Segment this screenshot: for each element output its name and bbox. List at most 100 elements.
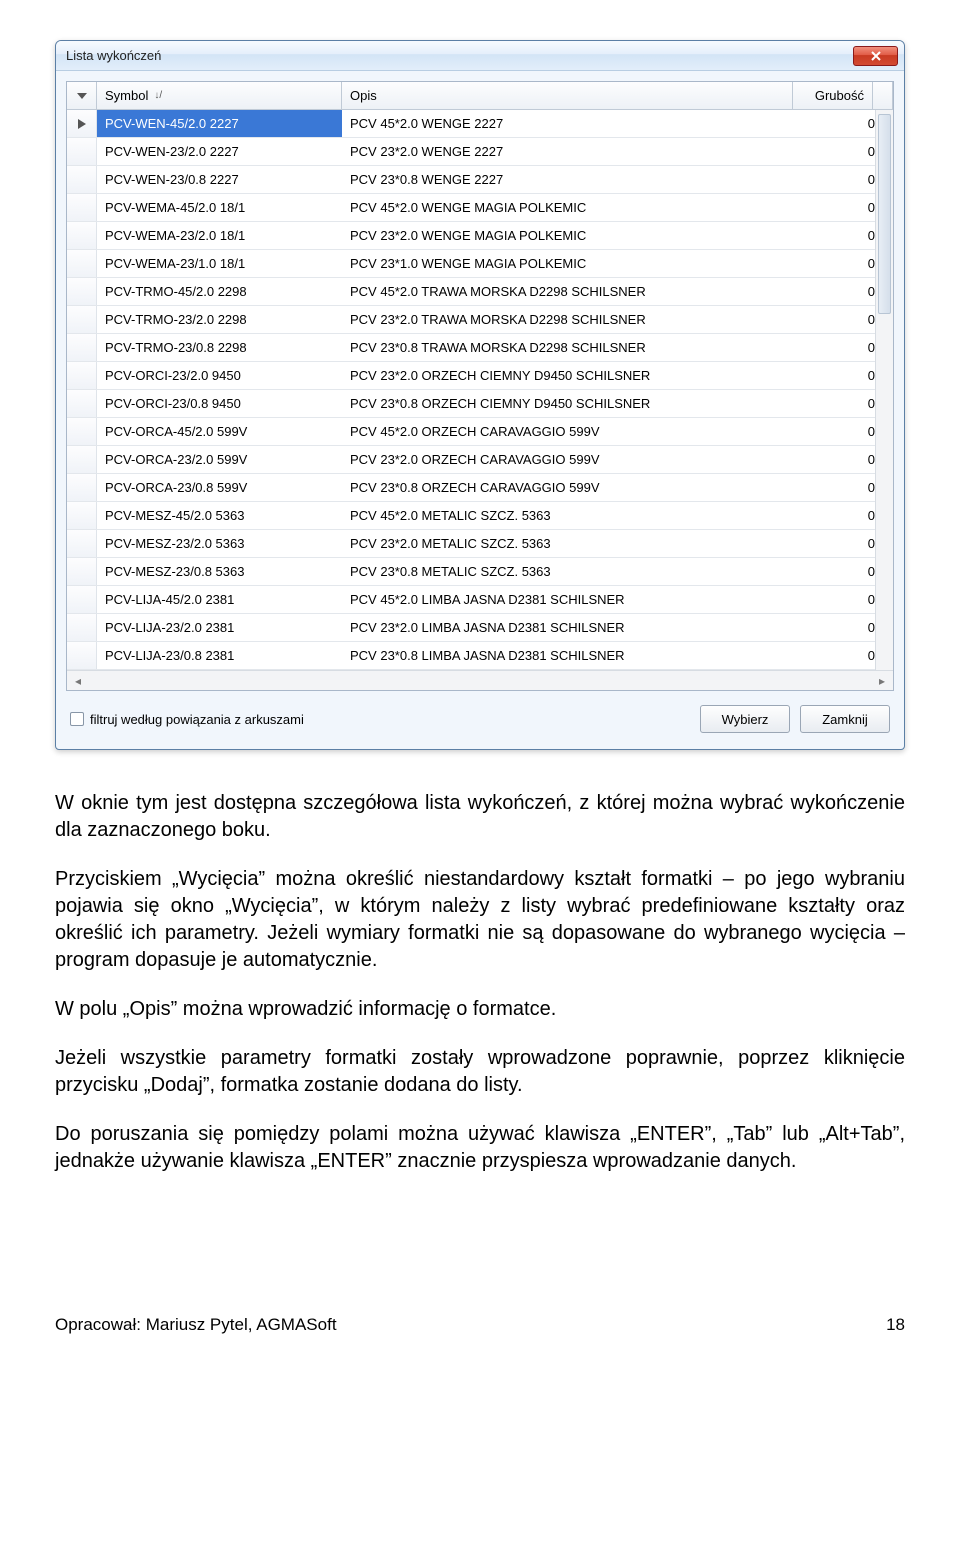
- cell-symbol: PCV-TRMO-23/2.0 2298: [97, 306, 342, 333]
- column-header-grubosc-label: Grubość: [815, 88, 864, 103]
- cell-symbol: PCV-MESZ-45/2.0 5363: [97, 502, 342, 529]
- table-row[interactable]: PCV-TRMO-45/2.0 2298PCV 45*2.0 TRAWA MOR…: [67, 278, 893, 306]
- cell-opis: PCV 23*0.8 METALIC SZCZ. 5363: [342, 558, 813, 585]
- table-row[interactable]: PCV-WEMA-23/1.0 18/1PCV 23*1.0 WENGE MAG…: [67, 250, 893, 278]
- cell-opis: PCV 23*2.0 TRAWA MORSKA D2298 SCHILSNER: [342, 306, 813, 333]
- row-indicator: [67, 334, 97, 361]
- cell-symbol: PCV-LIJA-45/2.0 2381: [97, 586, 342, 613]
- vertical-scrollbar[interactable]: [875, 110, 893, 670]
- table-row[interactable]: PCV-ORCA-23/2.0 599VPCV 23*2.0 ORZECH CA…: [67, 446, 893, 474]
- cell-opis: PCV 23*2.0 ORZECH CARAVAGGIO 599V: [342, 446, 813, 473]
- filter-checkbox-row[interactable]: filtruj według powiązania z arkuszami: [70, 712, 304, 727]
- column-header-scroll-gap: [873, 82, 893, 109]
- table-row[interactable]: PCV-LIJA-23/2.0 2381PCV 23*2.0 LIMBA JAS…: [67, 614, 893, 642]
- paragraph: Jeżeli wszystkie parametry formatki zost…: [55, 1045, 905, 1099]
- cell-symbol: PCV-MESZ-23/0.8 5363: [97, 558, 342, 585]
- cell-symbol: PCV-WEN-23/2.0 2227: [97, 138, 342, 165]
- cell-opis: PCV 23*2.0 WENGE 2227: [342, 138, 813, 165]
- row-indicator: [67, 194, 97, 221]
- table-row[interactable]: PCV-ORCA-45/2.0 599VPCV 45*2.0 ORZECH CA…: [67, 418, 893, 446]
- cell-symbol: PCV-ORCI-23/2.0 9450: [97, 362, 342, 389]
- cell-opis: PCV 23*0.8 LIMBA JASNA D2381 SCHILSNER: [342, 642, 813, 669]
- document-body: W oknie tym jest dostępna szczegółowa li…: [55, 790, 905, 1175]
- page-footer: Opracował: Mariusz Pytel, AGMASoft 18: [55, 1315, 905, 1335]
- row-indicator: [67, 418, 97, 445]
- scroll-right-icon[interactable]: ▸: [875, 674, 889, 688]
- table-row[interactable]: PCV-TRMO-23/2.0 2298PCV 23*2.0 TRAWA MOR…: [67, 306, 893, 334]
- table-row[interactable]: PCV-LIJA-23/0.8 2381PCV 23*0.8 LIMBA JAS…: [67, 642, 893, 670]
- cell-opis: PCV 23*2.0 METALIC SZCZ. 5363: [342, 530, 813, 557]
- table-row[interactable]: PCV-WEN-45/2.0 2227PCV 45*2.0 WENGE 2227…: [67, 110, 893, 138]
- dialog-titlebar[interactable]: Lista wykończeń: [56, 41, 904, 71]
- cell-opis: PCV 45*2.0 ORZECH CARAVAGGIO 599V: [342, 418, 813, 445]
- finish-list-dialog: Lista wykończeń Symbol ↓/: [55, 40, 905, 750]
- row-indicator: [67, 642, 97, 669]
- row-indicator: [67, 138, 97, 165]
- paragraph: W oknie tym jest dostępna szczegółowa li…: [55, 790, 905, 844]
- close-button[interactable]: [853, 46, 898, 66]
- row-indicator: [67, 166, 97, 193]
- row-indicator: [67, 446, 97, 473]
- cell-symbol: PCV-WEMA-23/2.0 18/1: [97, 222, 342, 249]
- cell-symbol: PCV-WEMA-23/1.0 18/1: [97, 250, 342, 277]
- vertical-scroll-thumb[interactable]: [878, 114, 891, 314]
- row-indicator: [67, 306, 97, 333]
- sort-indicator-icon: ↓/: [154, 90, 162, 101]
- row-indicator: [67, 362, 97, 389]
- cell-symbol: PCV-WEN-23/0.8 2227: [97, 166, 342, 193]
- cell-opis: PCV 45*2.0 TRAWA MORSKA D2298 SCHILSNER: [342, 278, 813, 305]
- cell-opis: PCV 45*2.0 WENGE MAGIA POLKEMIC: [342, 194, 813, 221]
- row-indicator: [67, 250, 97, 277]
- table-row[interactable]: PCV-MESZ-45/2.0 5363PCV 45*2.0 METALIC S…: [67, 502, 893, 530]
- cell-opis: PCV 23*1.0 WENGE MAGIA POLKEMIC: [342, 250, 813, 277]
- row-indicator: [67, 586, 97, 613]
- row-indicator: [67, 222, 97, 249]
- table-row[interactable]: PCV-WEN-23/2.0 2227PCV 23*2.0 WENGE 2227…: [67, 138, 893, 166]
- cell-opis: PCV 23*2.0 WENGE MAGIA POLKEMIC: [342, 222, 813, 249]
- cell-symbol: PCV-TRMO-45/2.0 2298: [97, 278, 342, 305]
- table-row[interactable]: PCV-MESZ-23/2.0 5363PCV 23*2.0 METALIC S…: [67, 530, 893, 558]
- table-row[interactable]: PCV-TRMO-23/0.8 2298PCV 23*0.8 TRAWA MOR…: [67, 334, 893, 362]
- page-number: 18: [886, 1315, 905, 1335]
- scroll-left-icon[interactable]: ◂: [71, 674, 85, 688]
- paragraph: Przyciskiem „Wycięcia” można określić ni…: [55, 866, 905, 974]
- cell-opis: PCV 45*2.0 LIMBA JASNA D2381 SCHILSNER: [342, 586, 813, 613]
- row-indicator: [67, 110, 97, 137]
- table-row[interactable]: PCV-ORCI-23/2.0 9450PCV 23*2.0 ORZECH CI…: [67, 362, 893, 390]
- row-indicator: [67, 502, 97, 529]
- row-indicator: [67, 278, 97, 305]
- grid-header-dropdown[interactable]: [67, 82, 97, 109]
- cell-symbol: PCV-LIJA-23/2.0 2381: [97, 614, 342, 641]
- cell-symbol: PCV-ORCA-23/2.0 599V: [97, 446, 342, 473]
- column-header-symbol-label: Symbol: [105, 88, 148, 103]
- table-row[interactable]: PCV-ORCA-23/0.8 599VPCV 23*0.8 ORZECH CA…: [67, 474, 893, 502]
- grid-header: Symbol ↓/ Opis Grubość: [67, 82, 893, 110]
- paragraph: Do poruszania się pomiędzy polami można …: [55, 1121, 905, 1175]
- dialog-title: Lista wykończeń: [66, 48, 853, 63]
- row-indicator: [67, 474, 97, 501]
- column-header-symbol[interactable]: Symbol ↓/: [97, 82, 342, 109]
- cell-symbol: PCV-ORCA-45/2.0 599V: [97, 418, 342, 445]
- footer-author: Opracował: Mariusz Pytel, AGMASoft: [55, 1315, 337, 1335]
- table-row[interactable]: PCV-WEN-23/0.8 2227PCV 23*0.8 WENGE 2227…: [67, 166, 893, 194]
- current-row-icon: [78, 119, 86, 129]
- filter-checkbox-label: filtruj według powiązania z arkuszami: [90, 712, 304, 727]
- table-row[interactable]: PCV-MESZ-23/0.8 5363PCV 23*0.8 METALIC S…: [67, 558, 893, 586]
- cell-symbol: PCV-LIJA-23/0.8 2381: [97, 642, 342, 669]
- column-header-opis[interactable]: Opis: [342, 82, 793, 109]
- wybierz-button[interactable]: Wybierz: [700, 705, 790, 733]
- finish-grid: Symbol ↓/ Opis Grubość PCV-WEN-45/2.0 22…: [66, 81, 894, 691]
- cell-opis: PCV 23*2.0 ORZECH CIEMNY D9450 SCHILSNER: [342, 362, 813, 389]
- cell-symbol: PCV-WEN-45/2.0 2227: [97, 110, 342, 137]
- column-header-grubosc[interactable]: Grubość: [793, 82, 873, 109]
- table-row[interactable]: PCV-WEMA-23/2.0 18/1PCV 23*2.0 WENGE MAG…: [67, 222, 893, 250]
- table-row[interactable]: PCV-LIJA-45/2.0 2381PCV 45*2.0 LIMBA JAS…: [67, 586, 893, 614]
- chevron-down-icon: [77, 93, 87, 99]
- table-row[interactable]: PCV-WEMA-45/2.0 18/1PCV 45*2.0 WENGE MAG…: [67, 194, 893, 222]
- zamknij-button[interactable]: Zamknij: [800, 705, 890, 733]
- horizontal-scrollbar[interactable]: ◂ ▸: [67, 670, 893, 690]
- row-indicator: [67, 614, 97, 641]
- filter-checkbox[interactable]: [70, 712, 84, 726]
- cell-opis: PCV 23*0.8 TRAWA MORSKA D2298 SCHILSNER: [342, 334, 813, 361]
- table-row[interactable]: PCV-ORCI-23/0.8 9450PCV 23*0.8 ORZECH CI…: [67, 390, 893, 418]
